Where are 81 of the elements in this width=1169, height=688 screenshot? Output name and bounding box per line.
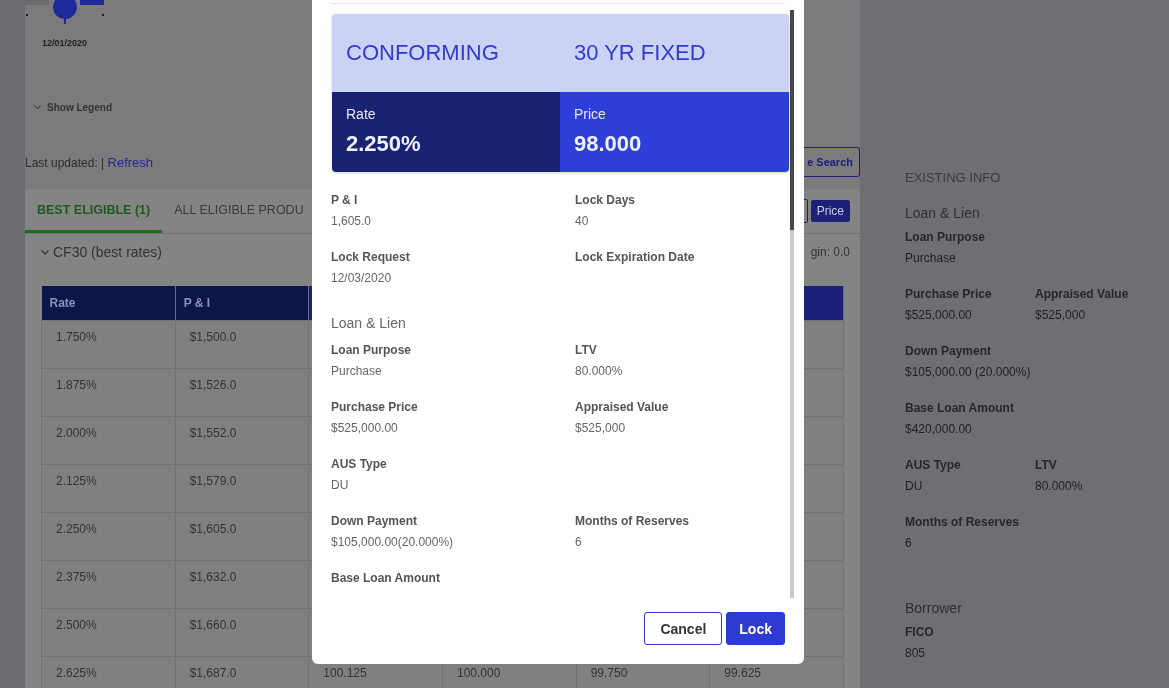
field-value: $525,000.00: [331, 420, 398, 436]
field-value: Purchase: [905, 250, 956, 266]
field-value: $525,000.00: [905, 307, 972, 323]
field-value: 805: [905, 645, 926, 661]
field-label: LTV: [575, 342, 597, 358]
table-cell: 2.000%: [41, 416, 176, 465]
field-value: $525,000: [1035, 307, 1086, 323]
scrollbar[interactable]: [790, 10, 794, 598]
section-heading: Borrower: [905, 599, 963, 617]
field-label: Lock Days: [575, 192, 636, 208]
field-label: AUS Type: [905, 457, 961, 473]
field-label: Lock Request: [331, 249, 410, 265]
rate-value: 2.250%: [346, 131, 421, 157]
section-heading: Loan & Lien: [331, 314, 407, 332]
field-label: Purchase Price: [905, 286, 992, 302]
show-legend-toggle[interactable]: Show Legend: [47, 101, 112, 113]
field-label: Appraised Value: [575, 399, 669, 415]
table-cell: $1,526.0: [175, 368, 309, 417]
field-value: DU: [331, 477, 349, 493]
field-value: 80.000%: [1035, 478, 1083, 494]
field-value: $105,000.00 (20.000%): [905, 364, 1031, 380]
field-value: $525,000: [575, 420, 626, 436]
rate-label: Rate: [346, 105, 376, 123]
field-label: Base Loan Amount: [331, 570, 440, 586]
field-label: AUS Type: [331, 456, 387, 472]
field-label: Purchase Price: [331, 399, 418, 415]
field-label: Appraised Value: [1035, 286, 1129, 302]
table-cell: $1,660.0: [175, 608, 309, 657]
group-title[interactable]: CF30 (best rates): [53, 244, 162, 260]
table-cell: $1,552.0: [175, 416, 309, 465]
cancel-button[interactable]: Cancel: [644, 612, 723, 645]
table-cell: 2.250%: [41, 512, 176, 561]
section-heading: Loan & Lien: [905, 204, 981, 222]
table-cell: $1,632.0: [175, 560, 309, 609]
product-type: CONFORMING: [345, 40, 500, 66]
field-value: 12/03/2020: [331, 270, 392, 286]
field-value: 6: [575, 534, 582, 550]
last-updated-text: Last updated: | Refresh: [25, 154, 154, 170]
margin-text: gin: 0.0: [810, 245, 850, 259]
table-cell: $1,500.0: [175, 320, 309, 369]
table-cell: $1,605.0: [175, 512, 309, 561]
field-label: Loan Purpose: [905, 229, 985, 245]
table-cell: 1.875%: [41, 368, 176, 417]
field-label: Base Loan Amount: [905, 400, 1014, 416]
table-cell: $1,579.0: [175, 464, 309, 513]
price-value: 98.000: [574, 131, 642, 157]
field-value: $105,000.00(20.000%): [331, 534, 454, 550]
table-cell: $1,687.0: [175, 656, 309, 688]
table-cell: 2.375%: [41, 560, 176, 609]
lock-button[interactable]: Lock: [726, 612, 785, 645]
table-cell: 2.500%: [41, 608, 176, 657]
field-label: Down Payment: [905, 343, 991, 359]
price-toggle-button[interactable]: Price: [810, 200, 850, 222]
field-label: Months of Reserves: [575, 513, 690, 529]
column-header: P & I: [175, 286, 309, 321]
field-value: 80.000%: [575, 363, 623, 379]
chart-date-label: 12/01/2020: [42, 38, 88, 48]
field-value: DU: [905, 478, 923, 494]
field-label: P & I: [331, 192, 358, 208]
field-value: 6: [905, 535, 912, 551]
field-label: Loan Purpose: [331, 342, 411, 358]
field-value: $420,000.00: [905, 421, 972, 437]
field-value: 1,605.0: [331, 213, 372, 229]
field-value: Purchase: [331, 363, 382, 379]
product-term: 30 YR FIXED: [573, 40, 707, 66]
table-cell: 2.625%: [41, 656, 176, 688]
field-value: 40: [575, 213, 589, 229]
chevron-down-icon: [41, 249, 49, 255]
tab[interactable]: BEST ELIGIBLE (1): [25, 189, 163, 233]
tab[interactable]: ALL ELIGIBLE PRODU: [162, 189, 316, 233]
field-label: Lock Expiration Date: [575, 249, 695, 265]
price-label: Price: [574, 105, 606, 123]
field-label: FICO: [905, 624, 934, 640]
field-label: Down Payment: [331, 513, 417, 529]
field-label: Months of Reserves: [905, 514, 1020, 530]
table-cell: 1.750%: [41, 320, 176, 369]
field-label: LTV: [1035, 457, 1057, 473]
table-cell: 2.125%: [41, 464, 176, 513]
refresh-link[interactable]: Refresh: [107, 154, 154, 170]
column-header: Rate: [41, 286, 176, 321]
chevron-down-icon: [34, 104, 41, 110]
